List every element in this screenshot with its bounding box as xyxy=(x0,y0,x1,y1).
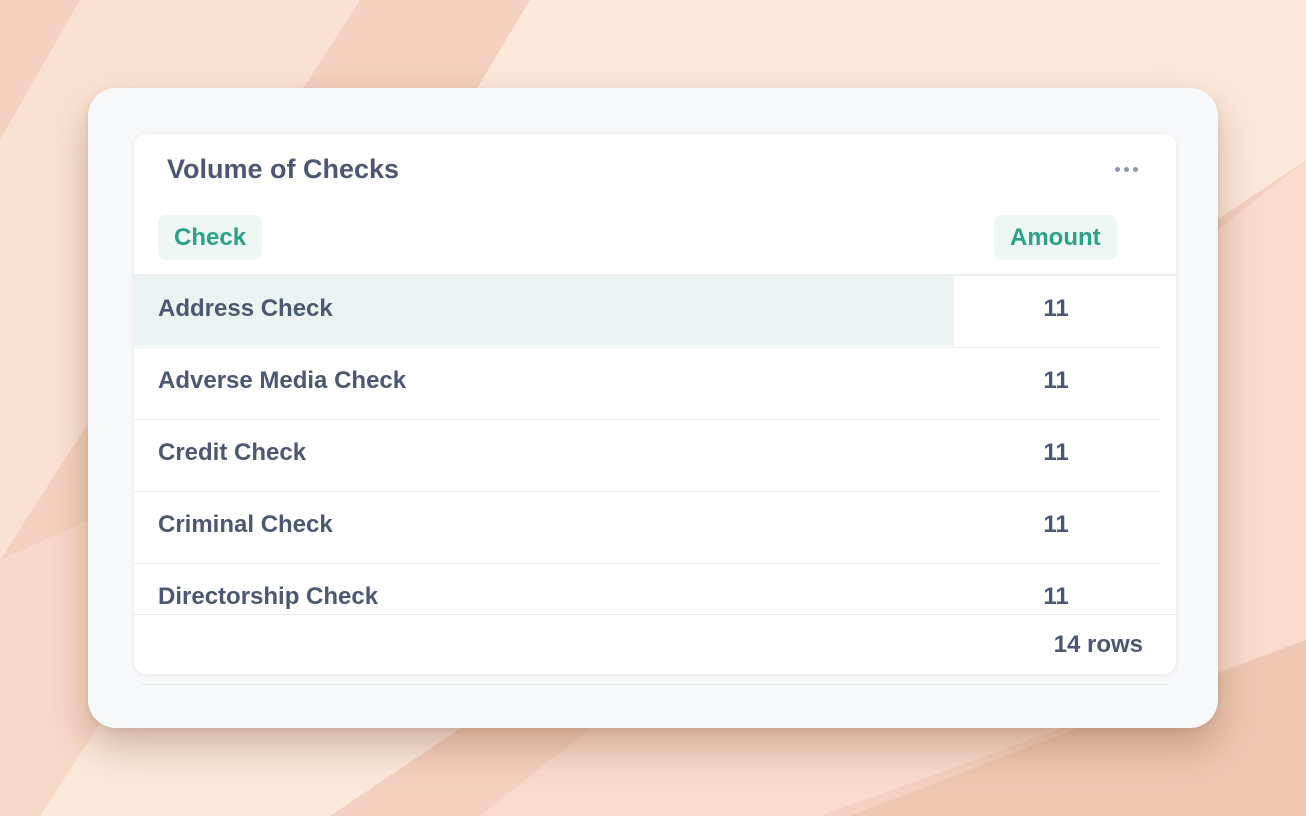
amount-value: 11 xyxy=(1043,367,1069,394)
table-row[interactable]: Address Check 11 xyxy=(134,276,1160,348)
check-name: Credit Check xyxy=(158,439,307,466)
amount-value: 11 xyxy=(1043,511,1069,538)
volume-of-checks-card: Volume of Checks Check Amount Address Ch… xyxy=(134,134,1176,674)
footer-divider xyxy=(134,614,1176,615)
table-row[interactable]: Adverse Media Check 11 xyxy=(134,348,1160,420)
check-name: Directorship Check xyxy=(158,583,379,610)
table-row[interactable]: Criminal Check 11 xyxy=(134,492,1160,564)
amount-value: 11 xyxy=(1043,583,1069,610)
check-cell: Adverse Media Check xyxy=(134,348,954,418)
table-row[interactable]: Directorship Check 11 xyxy=(134,564,1160,614)
check-name: Address Check xyxy=(158,295,333,322)
table-body: Address Check 11 Adverse Media Check 11 … xyxy=(134,276,1176,614)
more-options-button[interactable] xyxy=(1104,154,1148,184)
column-header-amount[interactable]: Amount xyxy=(994,215,1117,260)
check-cell: Address Check xyxy=(134,276,954,346)
ellipsis-horizontal-icon xyxy=(1132,166,1138,172)
ellipsis-horizontal-icon xyxy=(1123,166,1129,172)
check-name: Criminal Check xyxy=(158,511,333,538)
check-cell: Credit Check xyxy=(134,420,954,490)
amount-value: 11 xyxy=(1043,439,1069,466)
column-header-check[interactable]: Check xyxy=(158,215,263,260)
check-cell: Criminal Check xyxy=(134,492,954,562)
ellipsis-horizontal-icon xyxy=(1114,166,1120,172)
row-count: 14 rows xyxy=(1053,631,1143,658)
check-cell: Directorship Check xyxy=(134,564,954,614)
check-name: Adverse Media Check xyxy=(158,367,407,394)
amount-value: 11 xyxy=(1043,295,1069,322)
table-row[interactable]: Credit Check 11 xyxy=(134,420,1160,492)
next-card-edge xyxy=(142,684,1168,689)
card-title: Volume of Checks xyxy=(167,154,400,184)
